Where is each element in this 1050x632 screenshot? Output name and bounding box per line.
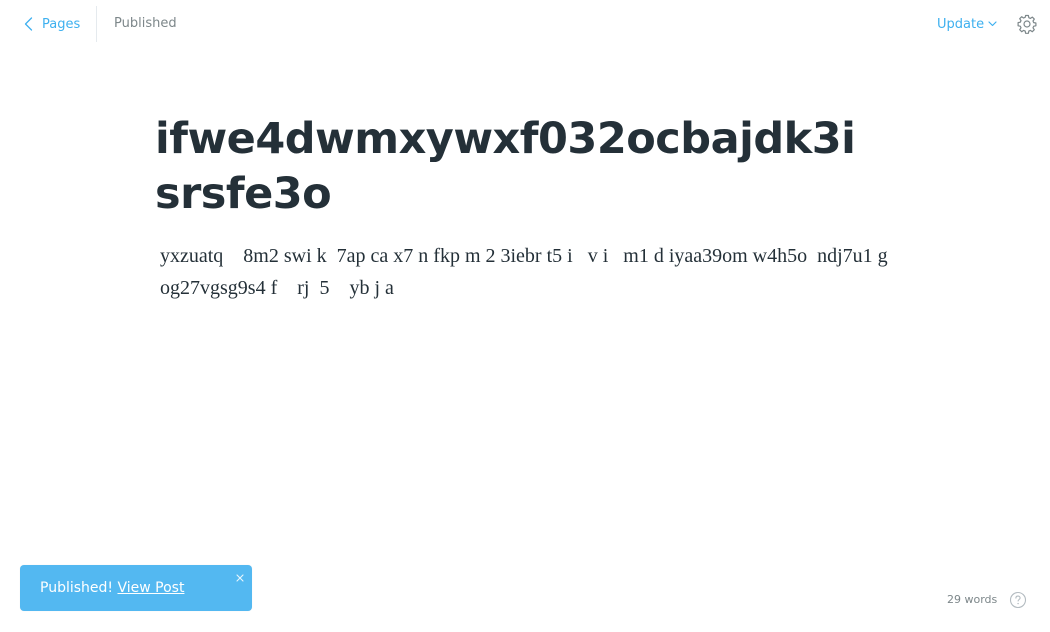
back-link-label: Pages — [42, 16, 81, 32]
back-to-pages-link[interactable]: Pages — [24, 14, 80, 34]
settings-button[interactable] — [1017, 14, 1037, 34]
chevron-down-icon — [988, 21, 997, 27]
notification-text: Published! — [40, 580, 114, 596]
close-icon — [235, 571, 245, 587]
post-status: Published — [114, 16, 177, 31]
word-count: 29 words — [947, 593, 998, 606]
update-button[interactable]: Update — [937, 14, 997, 34]
view-post-link[interactable]: View Post — [117, 580, 184, 596]
update-button-label: Update — [937, 16, 985, 32]
close-notification-button[interactable] — [235, 571, 245, 582]
top-bar: Pages Published Update — [0, 0, 1050, 48]
post-editor: ifwe4dwmxywxf032ocbajdk3isrsfe3o yxzuatq… — [155, 112, 895, 304]
gear-icon — [1017, 14, 1037, 38]
help-circle-icon — [1009, 591, 1027, 613]
published-notification: Published! View Post — [20, 565, 252, 611]
help-button[interactable] — [1009, 591, 1027, 609]
post-title[interactable]: ifwe4dwmxywxf032ocbajdk3isrsfe3o — [155, 112, 880, 222]
notification-message: Published! View Post — [40, 579, 184, 597]
header-divider — [96, 6, 97, 42]
chevron-left-icon — [24, 17, 36, 31]
post-body[interactable]: yxzuatq 8m2 swi k 7ap ca x7 n fkp m 2 3i… — [160, 240, 890, 304]
